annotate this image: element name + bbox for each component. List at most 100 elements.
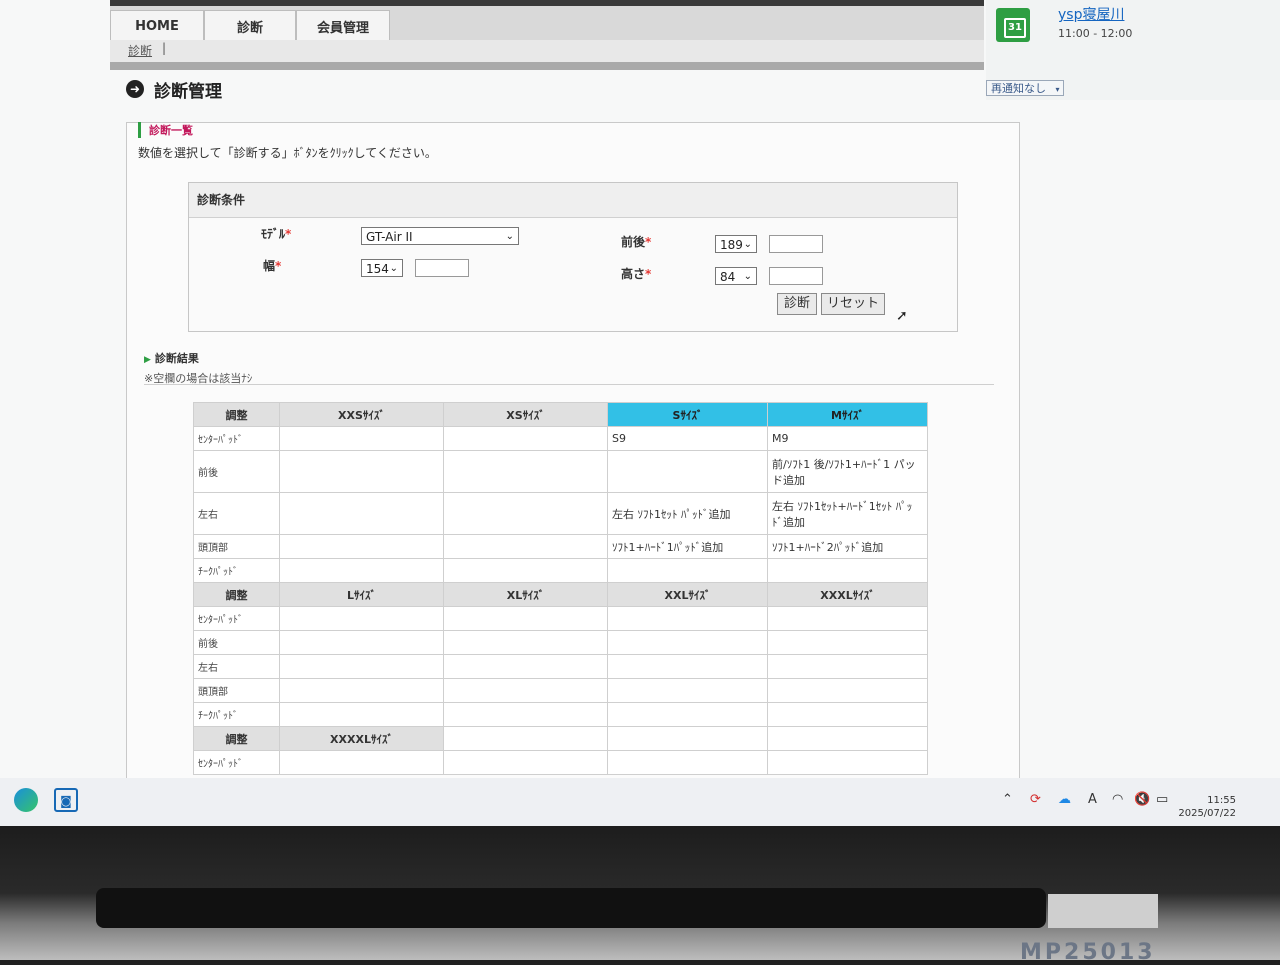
chevron-down-icon: ⌄: [389, 263, 398, 274]
sync-icon[interactable]: ⟳: [1030, 792, 1041, 807]
edge-browser-icon[interactable]: [14, 788, 38, 812]
breadcrumb: 診断 |: [110, 40, 984, 62]
table-cell: [607, 450, 768, 493]
main-nav: HOME 診断 会員管理: [110, 6, 984, 41]
conditions-heading: 診断条件: [197, 193, 246, 207]
chevron-down-icon: ⌄: [505, 231, 514, 242]
table-cell: ｿﾌﾄ1+ﾊｰﾄﾞ1ﾊﾟｯﾄﾞ追加: [607, 534, 768, 559]
page-title: 診断管理: [154, 82, 222, 102]
calendar-notification[interactable]: 31 ysp寝屋川 11:00 - 12:00 再通知なし ▾: [986, 0, 1280, 100]
diagnose-button[interactable]: 診断: [777, 293, 817, 315]
conditions-panel: 診断条件 ﾓﾃﾞﾙ* GT-Air II ⌄ 幅* 154 ⌄ 前後* 189 ⌄ 高…: [188, 182, 958, 332]
column-header: 調整: [193, 402, 280, 427]
table-cell: [279, 558, 444, 583]
table-row: ｾﾝﾀｰﾊﾟｯﾄﾞ: [193, 750, 928, 775]
remote-app-icon[interactable]: ◙: [54, 788, 78, 812]
taskbar: ◙ ⌃ ⟳ ☁ A ◠ 🔇 ▭ 11:55 2025/07/22: [0, 778, 1280, 826]
row-label: 頭頂部: [193, 534, 280, 559]
row-label: 前後: [193, 450, 280, 493]
table-cell: [279, 492, 444, 535]
results-heading: 診断結果: [144, 350, 199, 366]
row-label: 前後: [193, 630, 280, 655]
reset-button[interactable]: リセット: [821, 293, 885, 315]
list-heading: 診断一覧: [138, 122, 193, 138]
width-label: 幅*: [263, 259, 282, 273]
results-table: 調整 XXSｻｲｽﾞ XSｻｲｽﾞ Sｻｲｽﾞ Mｻｲｽﾞ ｾﾝﾀｰﾊﾟｯﾄﾞ …: [193, 402, 928, 775]
volume-muted-icon[interactable]: 🔇: [1134, 792, 1150, 807]
table-row: 左右: [193, 654, 928, 679]
height-label: 高さ*: [621, 267, 652, 281]
column-header: XLｻｲｽﾞ: [443, 582, 608, 607]
front-back-input[interactable]: [769, 235, 823, 253]
page-header: ➜ 診断管理: [110, 70, 984, 106]
front-back-label: 前後*: [621, 235, 652, 249]
column-header: XXSｻｲｽﾞ: [279, 402, 444, 427]
table-row: ﾁｰｸﾊﾟｯﾄﾞ: [193, 558, 928, 583]
row-label: 左右: [193, 654, 280, 679]
chevron-down-icon: ⌄: [743, 271, 752, 282]
width-input[interactable]: [415, 259, 469, 277]
model-label: ﾓﾃﾞﾙ*: [261, 227, 292, 241]
table-cell: 左右 ｿﾌﾄ1ｾｯﾄ ﾊﾟｯﾄﾞ追加: [607, 492, 768, 535]
model-select[interactable]: GT-Air II ⌄: [361, 227, 519, 245]
column-header: XXLｻｲｽﾞ: [607, 582, 768, 607]
row-label: ｾﾝﾀｰﾊﾟｯﾄﾞ: [193, 426, 280, 451]
tab-home[interactable]: HOME: [110, 10, 204, 41]
screen: HOME 診断 会員管理 診断 | ➜ 診断管理 診断一覧 数値を選択して「診断…: [0, 0, 1280, 826]
table-cell: [767, 558, 928, 583]
table-header-row: 調整 XXSｻｲｽﾞ XSｻｲｽﾞ Sｻｲｽﾞ Mｻｲｽﾞ: [193, 402, 928, 427]
column-header: 調整: [193, 582, 280, 607]
table-row: 左右 左右 ｿﾌﾄ1ｾｯﾄ ﾊﾟｯﾄﾞ追加 左右 ｿﾌﾄ1ｾｯﾄ+ﾊｰﾄﾞ1ｾｯ…: [193, 492, 928, 535]
chevron-down-icon: ⌄: [743, 239, 752, 250]
event-title-link[interactable]: ysp寝屋川: [1058, 4, 1124, 24]
required-mark: *: [645, 235, 652, 249]
conditions-header: 診断条件: [189, 183, 957, 218]
table-cell: ｿﾌﾄ1+ﾊｰﾄﾞ2ﾊﾟｯﾄﾞ追加: [767, 534, 928, 559]
snooze-dropdown[interactable]: 再通知なし ▾: [986, 80, 1064, 96]
table-cell: [443, 534, 608, 559]
wifi-icon[interactable]: ◠: [1112, 792, 1123, 807]
calendar-icon: 31: [996, 8, 1030, 42]
chevron-up-icon[interactable]: ⌃: [1002, 792, 1013, 807]
row-label: ﾁｰｸﾊﾟｯﾄﾞ: [193, 558, 280, 583]
battery-icon[interactable]: ▭: [1156, 792, 1168, 807]
arrow-right-circle-icon: ➜: [126, 80, 144, 98]
results-divider: [144, 384, 994, 385]
mouse-cursor-icon: ➚: [896, 308, 908, 324]
table-cell: [279, 450, 444, 493]
content-area: 診断一覧 数値を選択して「診断する」ﾎﾞﾀﾝをｸﾘｯｸしてください。 診断条件 …: [126, 112, 1020, 814]
event-time: 11:00 - 12:00: [1058, 27, 1133, 40]
table-cell: S9: [607, 426, 768, 451]
row-label: 頭頂部: [193, 678, 280, 703]
table-header-row: 調整 XXXXLｻｲｽﾞ: [193, 726, 928, 751]
system-clock[interactable]: 11:55 2025/07/22: [1176, 794, 1236, 820]
column-header: XXXXLｻｲｽﾞ: [279, 726, 444, 751]
tab-diagnosis[interactable]: 診断: [204, 10, 296, 41]
height-input[interactable]: [769, 267, 823, 285]
table-row: 頭頂部: [193, 678, 928, 703]
laptop-hinge: [96, 888, 1046, 928]
row-label: 左右: [193, 492, 280, 535]
table-cell: 左右 ｿﾌﾄ1ｾｯﾄ+ﾊｰﾄﾞ1ｾｯﾄ ﾊﾟｯﾄﾞ追加: [767, 492, 928, 535]
column-header: XSｻｲｽﾞ: [443, 402, 608, 427]
breadcrumb-separator: |: [162, 41, 167, 55]
table-cell: [443, 426, 608, 451]
table-row: 前後 前/ｿﾌﾄ1 後/ｿﾌﾄ1+ﾊｰﾄﾞ1 パッド追加: [193, 450, 928, 493]
table-row: ｾﾝﾀｰﾊﾟｯﾄﾞ S9 M9: [193, 426, 928, 451]
tab-member-management[interactable]: 会員管理: [296, 10, 390, 41]
table-cell: [443, 492, 608, 535]
table-cell: [279, 426, 444, 451]
table-row: 前後: [193, 630, 928, 655]
front-back-select[interactable]: 189 ⌄: [715, 235, 757, 253]
column-header-highlighted: Sｻｲｽﾞ: [607, 402, 768, 427]
table-cell: 前/ｿﾌﾄ1 後/ｿﾌﾄ1+ﾊｰﾄﾞ1 パッド追加: [767, 450, 928, 493]
row-label: ﾁｰｸﾊﾟｯﾄﾞ: [193, 702, 280, 727]
row-label: ｾﾝﾀｰﾊﾟｯﾄﾞ: [193, 606, 280, 631]
ime-indicator[interactable]: A: [1088, 792, 1097, 807]
required-mark: *: [275, 259, 282, 273]
breadcrumb-link[interactable]: 診断: [128, 42, 152, 59]
height-select[interactable]: 84 ⌄: [715, 267, 757, 285]
row-label: ｾﾝﾀｰﾊﾟｯﾄﾞ: [193, 750, 280, 775]
cloud-icon[interactable]: ☁: [1058, 792, 1071, 807]
width-select[interactable]: 154 ⌄: [361, 259, 403, 277]
